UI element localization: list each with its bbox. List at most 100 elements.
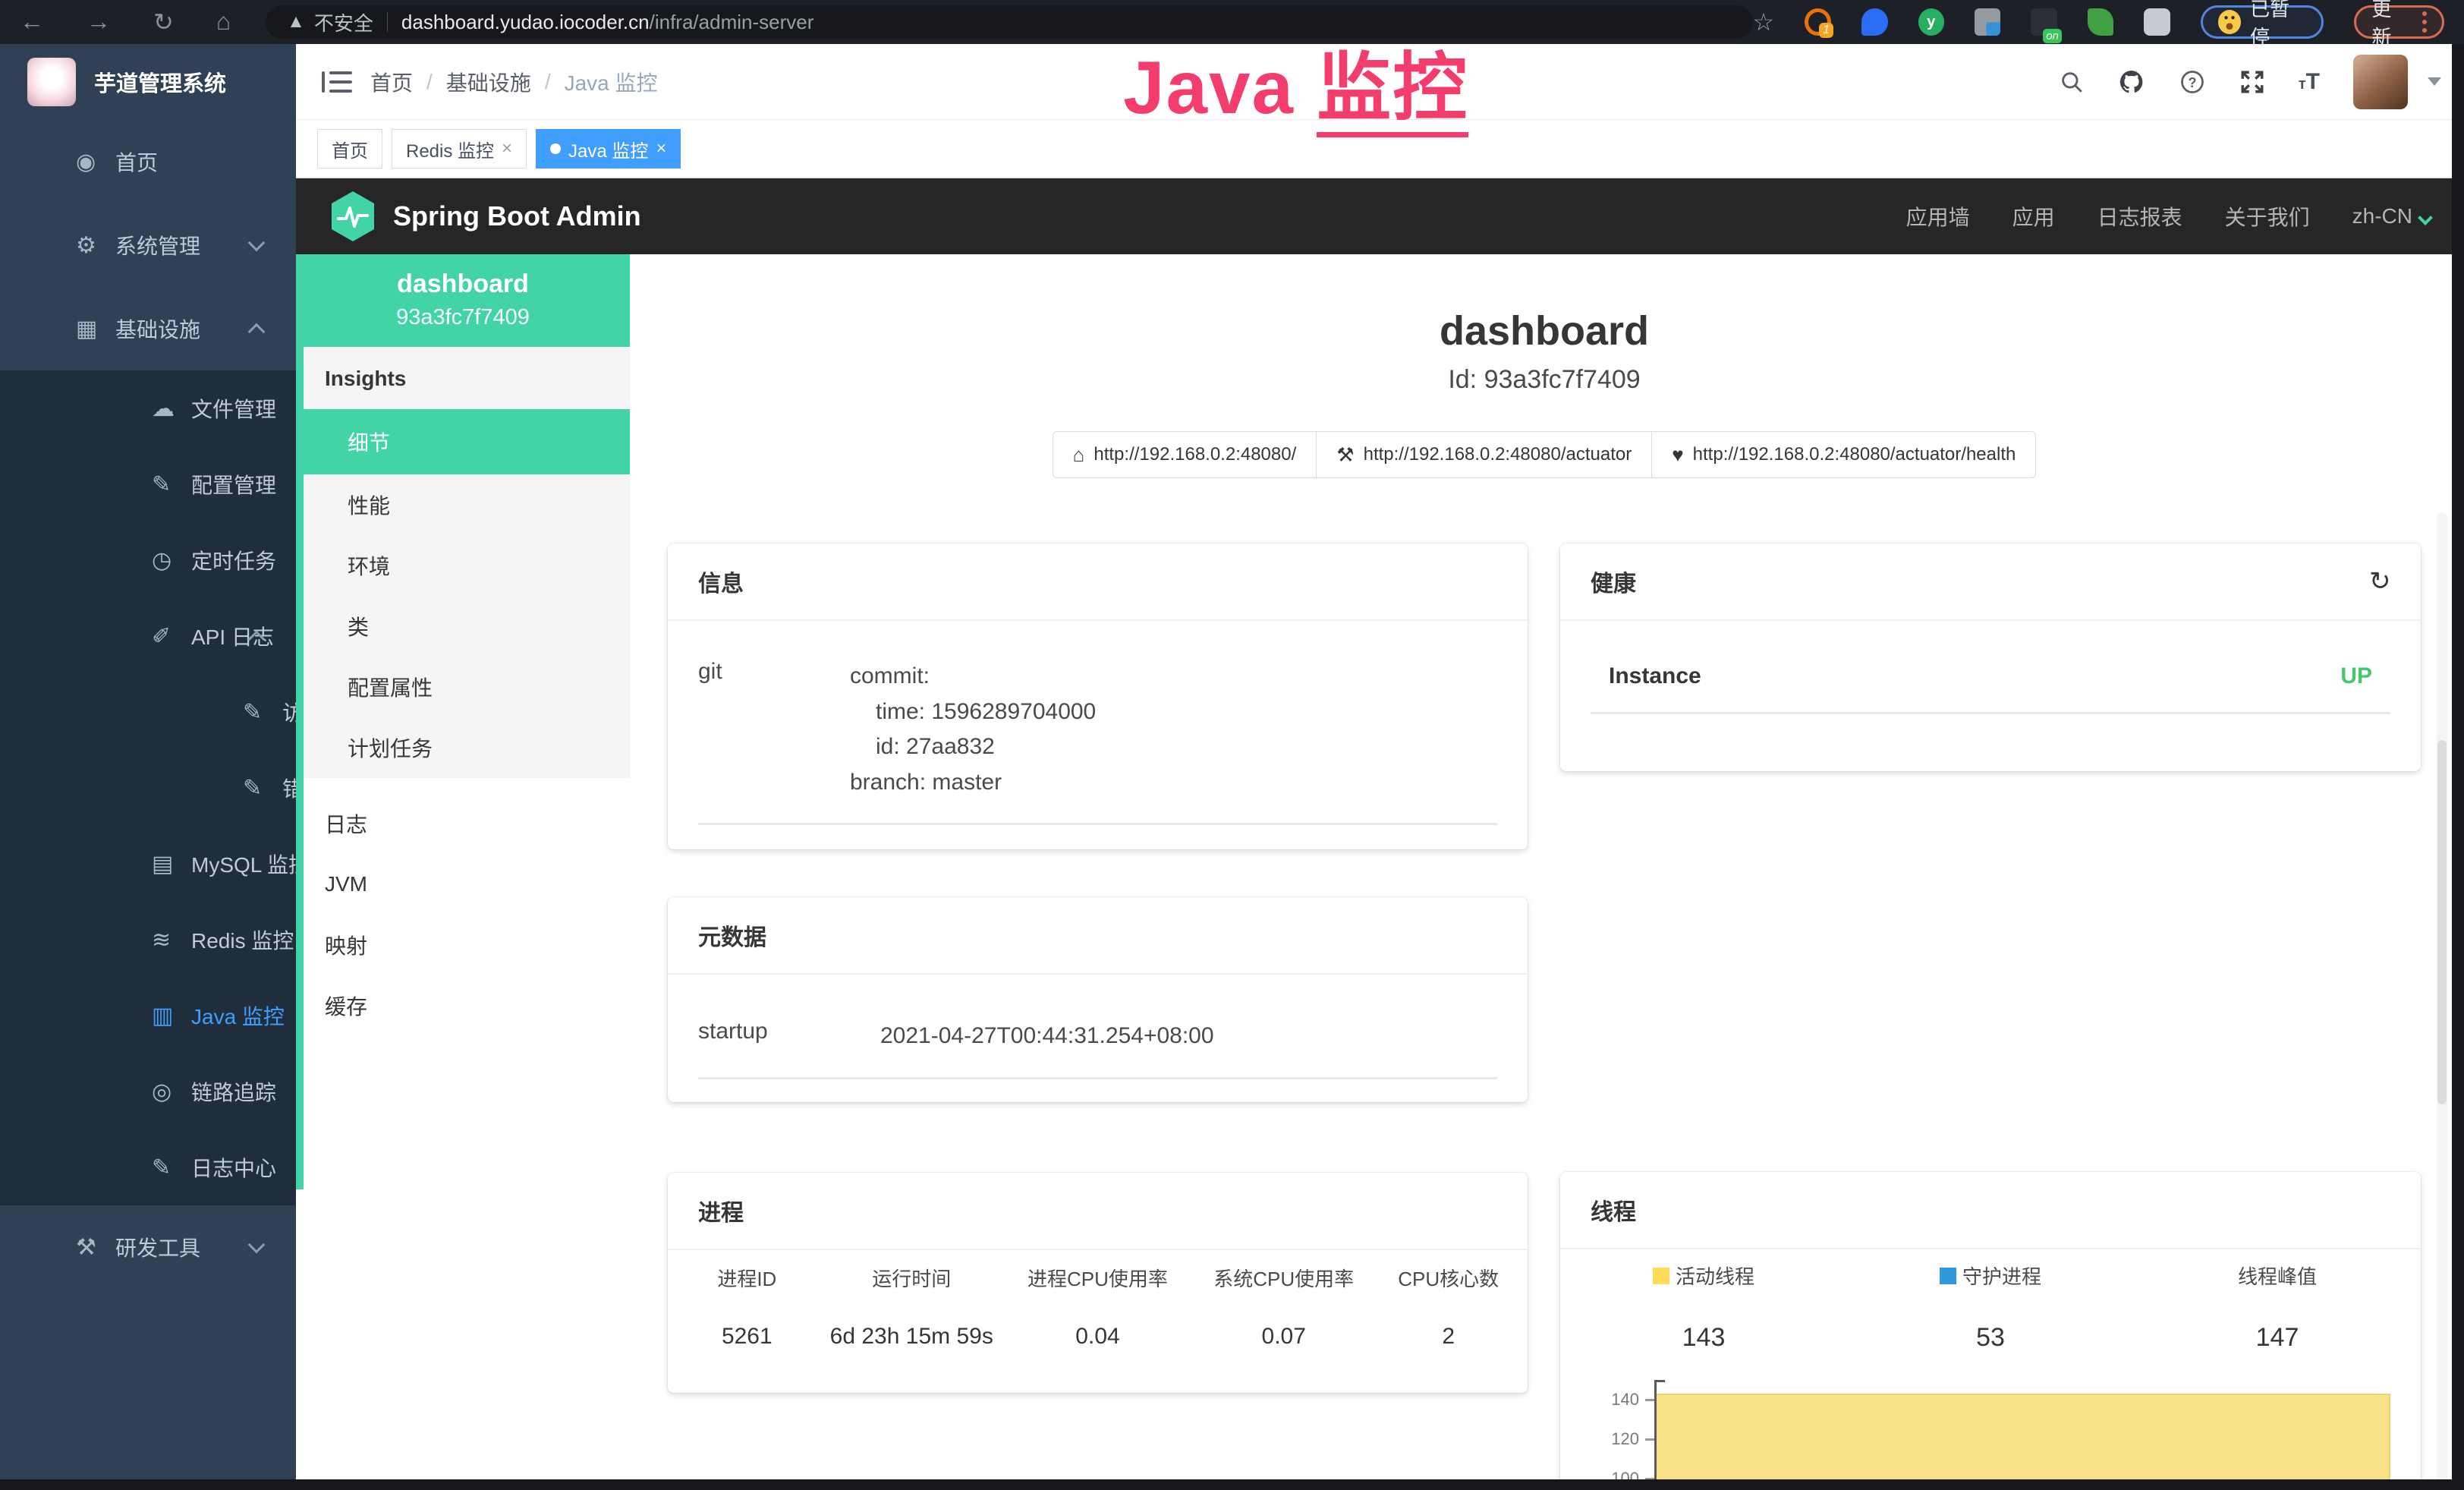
sidebar-item-home[interactable]: ◉ 首页 bbox=[0, 120, 296, 203]
close-icon[interactable]: × bbox=[502, 138, 512, 159]
avatar-caret-icon[interactable] bbox=[2428, 77, 2441, 86]
infrastructure-submenu: ☁ 文件管理 ✎ 配置管理 ◷ 定时任务 ✐ API 日志 ✎ bbox=[0, 370, 296, 1205]
user-avatar[interactable] bbox=[2353, 55, 2408, 109]
instance-header[interactable]: dashboard 93a3fc7f7409 bbox=[296, 254, 630, 347]
github-icon[interactable] bbox=[2118, 68, 2145, 96]
sidebar-item-devtools[interactable]: ⚒ 研发工具 bbox=[0, 1205, 296, 1289]
sidebar-item-system-management[interactable]: ⚙ 系统管理 bbox=[0, 203, 296, 287]
home-icon: ⌂ bbox=[1073, 443, 1085, 467]
page-instance-id: Id: 93a3fc7f7409 bbox=[668, 365, 2421, 395]
toolbox-icon: ⚒ bbox=[76, 1234, 115, 1261]
back-icon[interactable]: ← bbox=[20, 8, 44, 36]
fullscreen-icon[interactable] bbox=[2239, 69, 2265, 95]
pin-extension-icon[interactable] bbox=[1861, 8, 1887, 36]
sidebar-item-mysql-monitor[interactable]: ▤ MySQL 监控 bbox=[0, 826, 296, 902]
endpoint-health-button[interactable]: ♥ http://192.168.0.2:48080/actuator/heal… bbox=[1651, 431, 2036, 478]
sidebar-item-scheduled-jobs[interactable]: ◷ 定时任务 bbox=[0, 522, 296, 598]
process-value-cpu-cores: 2 bbox=[1377, 1324, 1520, 1350]
y-extension-icon[interactable]: y bbox=[1918, 8, 1944, 36]
sba-item-metrics[interactable]: 性能 bbox=[304, 474, 630, 535]
sba-item-mappings[interactable]: 映射 bbox=[304, 915, 630, 975]
content-scrollbar[interactable] bbox=[2437, 512, 2447, 1490]
grid-extension-icon[interactable] bbox=[1975, 8, 2000, 36]
app-title: 芋道管理系统 bbox=[94, 66, 226, 98]
dashboard-icon: ◉ bbox=[76, 149, 115, 175]
sidebar-item-trace[interactable]: ◎ 链路追踪 bbox=[0, 1054, 296, 1129]
sba-locale-select[interactable]: zh-CN bbox=[2352, 204, 2431, 228]
forward-icon[interactable]: → bbox=[87, 8, 111, 36]
switch-extension-icon[interactable]: on bbox=[2031, 8, 2056, 36]
search-icon[interactable] bbox=[2059, 69, 2085, 95]
address-bar[interactable]: ▲ 不安全 dashboard.yudao.iocoder.cn /infra/… bbox=[266, 5, 1753, 39]
sba-item-details[interactable]: 细节 bbox=[304, 409, 630, 474]
home-icon[interactable]: ⌂ bbox=[216, 8, 231, 36]
tab-home[interactable]: 首页 bbox=[317, 129, 382, 169]
sba-item-jvm[interactable]: JVM bbox=[304, 854, 630, 915]
eye-icon: ◎ bbox=[152, 1079, 191, 1105]
legend-label-daemon: 守护进程 bbox=[1962, 1262, 2041, 1290]
legend-label-live: 活动线程 bbox=[1676, 1262, 1754, 1290]
breadcrumb-home[interactable]: 首页 bbox=[370, 67, 413, 97]
window-edge bbox=[0, 1479, 2464, 1490]
sidebar-item-infrastructure[interactable]: ▦ 基础设施 bbox=[0, 287, 296, 370]
wrench-icon: ⚒ bbox=[1336, 443, 1354, 467]
leaf-extension-icon[interactable] bbox=[2088, 8, 2113, 36]
sidebar-toggle-icon[interactable] bbox=[322, 70, 352, 94]
sba-item-logs[interactable]: 日志 bbox=[304, 793, 630, 854]
bookmark-star-icon[interactable]: ☆ bbox=[1753, 8, 1775, 36]
sidebar-item-config-management[interactable]: ✎ 配置管理 bbox=[0, 446, 296, 522]
metadata-key-startup: startup bbox=[698, 1019, 880, 1054]
sba-item-caches[interactable]: 缓存 bbox=[304, 975, 630, 1036]
tab-redis-monitor[interactable]: Redis 监控 × bbox=[392, 129, 527, 169]
reload-icon[interactable]: ↻ bbox=[153, 8, 174, 36]
sidebar-item-file-management[interactable]: ☁ 文件管理 bbox=[0, 370, 296, 446]
sba-item-classes[interactable]: 类 bbox=[304, 596, 630, 657]
tab-java-monitor[interactable]: Java 监控 × bbox=[536, 129, 681, 169]
extensions-puzzle-icon[interactable] bbox=[2144, 8, 2170, 36]
sba-nav-wallboard[interactable]: 应用墙 bbox=[1906, 201, 1970, 232]
app-logo-row[interactable]: 芋道管理系统 bbox=[0, 44, 296, 120]
sync-extension-icon[interactable]: 1 bbox=[1805, 8, 1831, 36]
url-path: /infra/admin-server bbox=[650, 11, 814, 34]
help-icon[interactable]: ? bbox=[2179, 68, 2206, 96]
scrollbar-thumb[interactable] bbox=[2437, 740, 2447, 1104]
infrastructure-icon: ▦ bbox=[76, 316, 115, 342]
sba-nav-journal[interactable]: 日志报表 bbox=[2097, 201, 2182, 232]
info-git-value: commit: time: 1596289704000 id: 27aa832 … bbox=[850, 659, 1497, 800]
process-card-title: 进程 bbox=[698, 1194, 744, 1227]
sidebar-item-api-logs[interactable]: ✐ API 日志 bbox=[0, 598, 296, 674]
close-icon[interactable]: × bbox=[656, 138, 666, 159]
sidebar-item-redis-monitor[interactable]: ≋ Redis 监控 bbox=[0, 902, 296, 978]
chrome-update-menu-button[interactable]: 更新 bbox=[2354, 5, 2444, 39]
sba-item-environment[interactable]: 环境 bbox=[304, 535, 630, 596]
sidebar-item-access-logs[interactable]: ✎ 访问日志 bbox=[0, 674, 296, 750]
sba-nav-applications[interactable]: 应用 bbox=[2012, 201, 2055, 232]
sidebar-item-error-logs[interactable]: ✎ 错误日志 bbox=[0, 750, 296, 826]
endpoint-home-button[interactable]: ⌂ http://192.168.0.2:48080/ bbox=[1053, 431, 1317, 478]
sba-nav-about[interactable]: 关于我们 bbox=[2225, 201, 2310, 232]
screen: ← → ↻ ⌂ ▲ 不安全 dashboard.yudao.iocoder.cn… bbox=[0, 0, 2464, 1490]
log-icon: ✎ bbox=[243, 775, 282, 802]
active-dot bbox=[550, 143, 561, 154]
sba-item-config-props[interactable]: 配置属性 bbox=[304, 657, 630, 717]
breadcrumb-infrastructure[interactable]: 基础设施 bbox=[446, 67, 531, 97]
font-size-icon[interactable]: тT bbox=[2299, 69, 2320, 95]
endpoint-actuator-button[interactable]: ⚒ http://192.168.0.2:48080/actuator bbox=[1316, 431, 1652, 478]
cloud-upload-icon: ☁ bbox=[152, 395, 191, 422]
chevron-down-icon bbox=[248, 235, 266, 252]
sba-hexagon-logo bbox=[329, 190, 376, 243]
process-value-process-cpu: 0.04 bbox=[1005, 1324, 1191, 1350]
info-card: 信息 git commit: time: 1596289704000 id: 2 bbox=[668, 543, 1528, 849]
process-header-pid: 进程ID bbox=[675, 1264, 819, 1292]
instance-id: 93a3fc7f7409 bbox=[304, 305, 622, 330]
sba-item-scheduled-tasks[interactable]: 计划任务 bbox=[304, 717, 630, 778]
log-icon: ✎ bbox=[152, 1155, 191, 1181]
profile-paused-button[interactable]: 已暂停 bbox=[2201, 5, 2324, 39]
sidebar-item-log-center[interactable]: ✎ 日志中心 bbox=[0, 1129, 296, 1205]
app-logo bbox=[27, 58, 76, 106]
not-secure-label: 不安全 bbox=[314, 8, 373, 36]
sba-brand[interactable]: Spring Boot Admin bbox=[329, 190, 641, 243]
history-icon[interactable]: ↺ bbox=[2369, 566, 2391, 597]
svg-text:?: ? bbox=[2188, 74, 2196, 90]
sidebar-item-java-monitor[interactable]: ▥ Java 监控 bbox=[0, 978, 296, 1054]
